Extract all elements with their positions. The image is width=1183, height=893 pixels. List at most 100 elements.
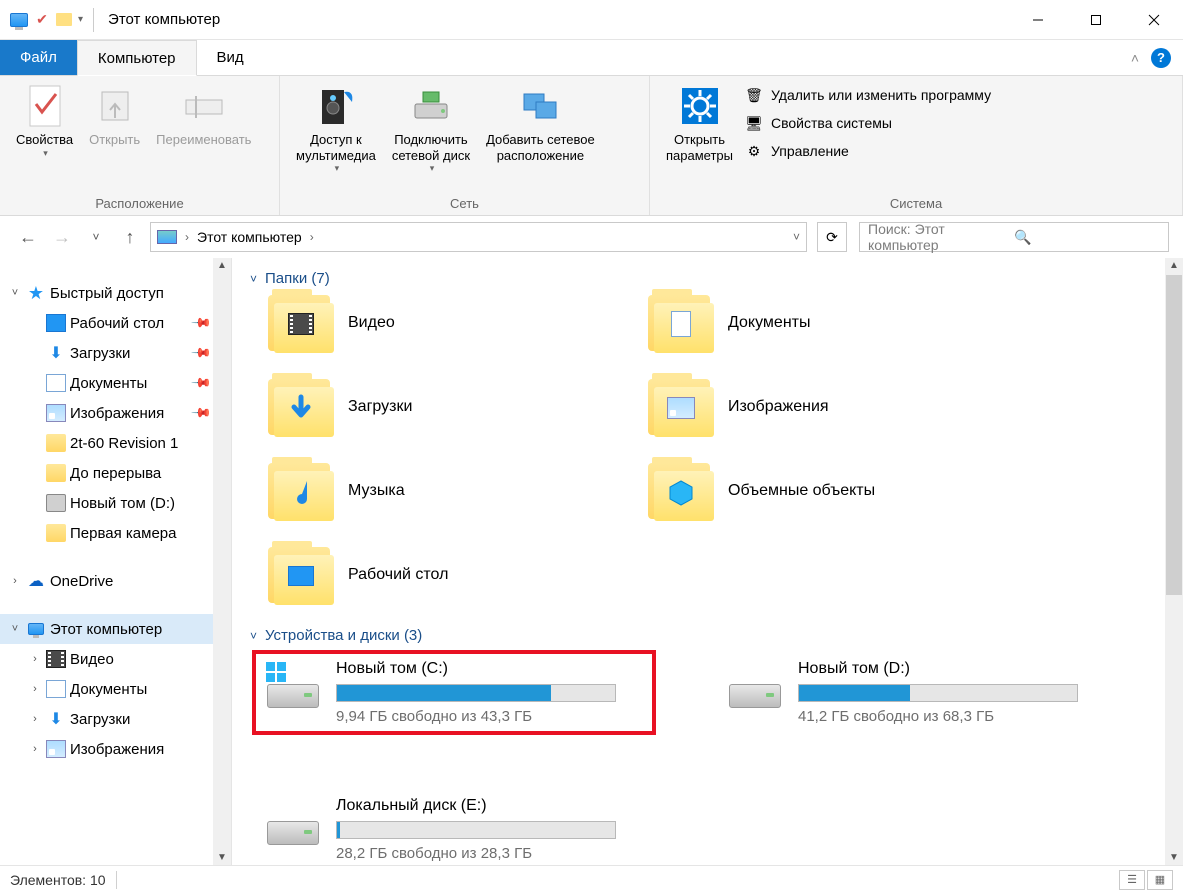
media-icon — [314, 84, 358, 128]
folder-pictures[interactable]: Изображения — [648, 379, 1028, 435]
folder-documents[interactable]: Документы — [648, 295, 1028, 351]
folders-section-header[interactable]: ˅ Папки (7) — [250, 270, 1165, 287]
tree-label: Этот компьютер — [50, 621, 162, 638]
drive-info: Новый том (C:) 9,94 ГБ свободно из 43,3 Г… — [336, 660, 644, 725]
folder-label: Изображения — [728, 398, 829, 416]
up-button[interactable]: ↑ — [116, 223, 144, 251]
drive-icon — [264, 660, 322, 712]
tree-desktop[interactable]: Рабочий стол📌 — [0, 308, 231, 338]
drive-item[interactable]: Новый том (D:)41,2 ГБ свободно из 68,3 Г… — [716, 652, 1116, 733]
folder-3d-objects[interactable]: Объемные объекты — [648, 463, 1028, 519]
folder-video[interactable]: Видео — [268, 295, 648, 351]
folder-label: Рабочий стол — [348, 566, 448, 584]
open-settings-button[interactable]: Открыть параметры — [658, 80, 741, 167]
window-controls — [1009, 0, 1183, 40]
tree-pictures2[interactable]: ›Изображения — [0, 734, 231, 764]
minimize-button[interactable] — [1009, 0, 1067, 40]
tab-view[interactable]: Вид — [197, 40, 264, 75]
folder-music[interactable]: Музыка — [268, 463, 648, 519]
recent-locations-button[interactable]: ˅ — [82, 223, 110, 251]
folder-icon — [648, 295, 710, 351]
tree-this-pc[interactable]: ˅Этот компьютер — [0, 614, 231, 644]
media-label: Доступ к мультимедиа — [296, 132, 376, 163]
tree-onedrive[interactable]: ›☁OneDrive — [0, 566, 231, 596]
drive-usage-bar — [798, 684, 1078, 702]
drive-usage-bar — [336, 821, 616, 839]
manage-icon: ⚙ — [745, 142, 763, 160]
picture-icon — [46, 404, 66, 422]
tab-computer[interactable]: Компьютер — [77, 40, 197, 76]
download-icon: ⬇ — [46, 710, 66, 728]
desktop-icon — [46, 314, 66, 332]
map-drive-button[interactable]: Подключить сетевой диск▾ — [384, 80, 478, 178]
qat-properties-icon[interactable]: ✔ — [34, 12, 50, 28]
help-icon[interactable]: ? — [1151, 48, 1171, 68]
uninstall-label: Удалить или изменить программу — [771, 87, 991, 103]
folder-icon — [46, 464, 66, 482]
tree-label: 2t-60 Revision 1 — [70, 435, 178, 452]
tree-pictures[interactable]: Изображения📌 — [0, 398, 231, 428]
video-icon — [46, 650, 66, 668]
open-button[interactable]: Открыть — [81, 80, 148, 152]
drive-item[interactable]: Новый том (C:) 9,94 ГБ свободно из 43,3 Г… — [254, 652, 654, 733]
tree-label: Документы — [70, 375, 147, 392]
drive-item[interactable]: Локальный диск (E:)28,2 ГБ свободно из 2… — [254, 789, 654, 865]
tab-file[interactable]: Файл — [0, 40, 77, 75]
tree-spacer — [0, 548, 231, 566]
qat-folder-icon[interactable] — [56, 13, 72, 26]
tree-documents[interactable]: Документы📌 — [0, 368, 231, 398]
tree-custom1[interactable]: 2t-60 Revision 1 — [0, 428, 231, 458]
drives-grid: Новый том (C:) 9,94 ГБ свободно из 43,3 Г… — [254, 652, 1165, 865]
open-icon — [93, 84, 137, 128]
folders-section-label: Папки (7) — [265, 270, 330, 287]
add-location-button[interactable]: Добавить сетевое расположение — [478, 80, 603, 167]
system-list: 🗑 Удалить или изменить программу 🖥 Свойс… — [741, 80, 995, 166]
folder-desktop[interactable]: Рабочий стол — [268, 547, 648, 603]
search-placeholder: Поиск: Этот компьютер — [868, 221, 1014, 253]
refresh-button[interactable]: ⟳ — [817, 222, 847, 252]
rename-button[interactable]: Переименовать — [148, 80, 259, 152]
breadcrumb-this-pc[interactable]: Этот компьютер — [197, 229, 302, 245]
tree-scrollbar[interactable]: ▲▼ — [213, 258, 231, 865]
chevron-down-icon[interactable]: ˅ — [793, 230, 800, 244]
tree-quick-access[interactable]: ˅★Быстрый доступ — [0, 278, 231, 308]
media-access-button[interactable]: Доступ к мультимедиа▾ — [288, 80, 384, 178]
tree-video[interactable]: ›Видео — [0, 644, 231, 674]
drive-free-text: 9,94 ГБ свободно из 43,3 ГБ — [336, 708, 644, 725]
tree-custom4[interactable]: Первая камера — [0, 518, 231, 548]
collapse-ribbon-icon[interactable]: ˄ — [1131, 50, 1139, 66]
back-button[interactable]: ← — [14, 223, 42, 251]
add-location-icon — [518, 84, 562, 128]
drives-section-header[interactable]: ˅ Устройства и диски (3) — [250, 627, 1165, 644]
manage-label: Управление — [771, 143, 849, 159]
tree-downloads2[interactable]: ›⬇Загрузки — [0, 704, 231, 734]
forward-button[interactable]: → — [48, 223, 76, 251]
close-button[interactable] — [1125, 0, 1183, 40]
tree-custom2[interactable]: До перерыва — [0, 458, 231, 488]
system-properties-button[interactable]: 🖥 Свойства системы — [745, 114, 991, 132]
qat-dropdown-icon[interactable]: ▾ — [78, 14, 83, 25]
search-input[interactable]: Поиск: Этот компьютер 🔍 — [859, 222, 1169, 252]
folder-downloads[interactable]: Загрузки — [268, 379, 648, 435]
tiles-view-button[interactable]: ▦ — [1147, 870, 1173, 890]
folder-icon — [268, 379, 330, 435]
address-box[interactable]: › Этот компьютер › ˅ — [150, 222, 807, 252]
tree-downloads[interactable]: ⬇Загрузки📌 — [0, 338, 231, 368]
tree-custom3[interactable]: Новый том (D:) — [0, 488, 231, 518]
uninstall-button[interactable]: 🗑 Удалить или изменить программу — [745, 86, 991, 104]
body: ˅★Быстрый доступ Рабочий стол📌 ⬇Загрузки… — [0, 258, 1183, 865]
drive-name: Новый том (C:) — [336, 660, 644, 678]
details-view-button[interactable]: ☰ — [1119, 870, 1145, 890]
properties-button[interactable]: Свойства ▾ — [8, 80, 81, 162]
chevron-right-icon[interactable]: › — [310, 230, 314, 244]
status-item-count: Элементов: 10 — [10, 872, 106, 888]
quick-access-toolbar: ✔ ▾ — [0, 8, 98, 32]
drive-free-text: 28,2 ГБ свободно из 28,3 ГБ — [336, 845, 644, 862]
ribbon: Свойства ▾ Открыть Переименовать Располо… — [0, 76, 1183, 216]
chevron-right-icon[interactable]: › — [185, 230, 189, 244]
manage-button[interactable]: ⚙ Управление — [745, 142, 991, 160]
properties-label: Свойства — [16, 132, 73, 148]
tree-documents2[interactable]: ›Документы — [0, 674, 231, 704]
maximize-button[interactable] — [1067, 0, 1125, 40]
content-scrollbar[interactable]: ▲▼ — [1165, 258, 1183, 865]
